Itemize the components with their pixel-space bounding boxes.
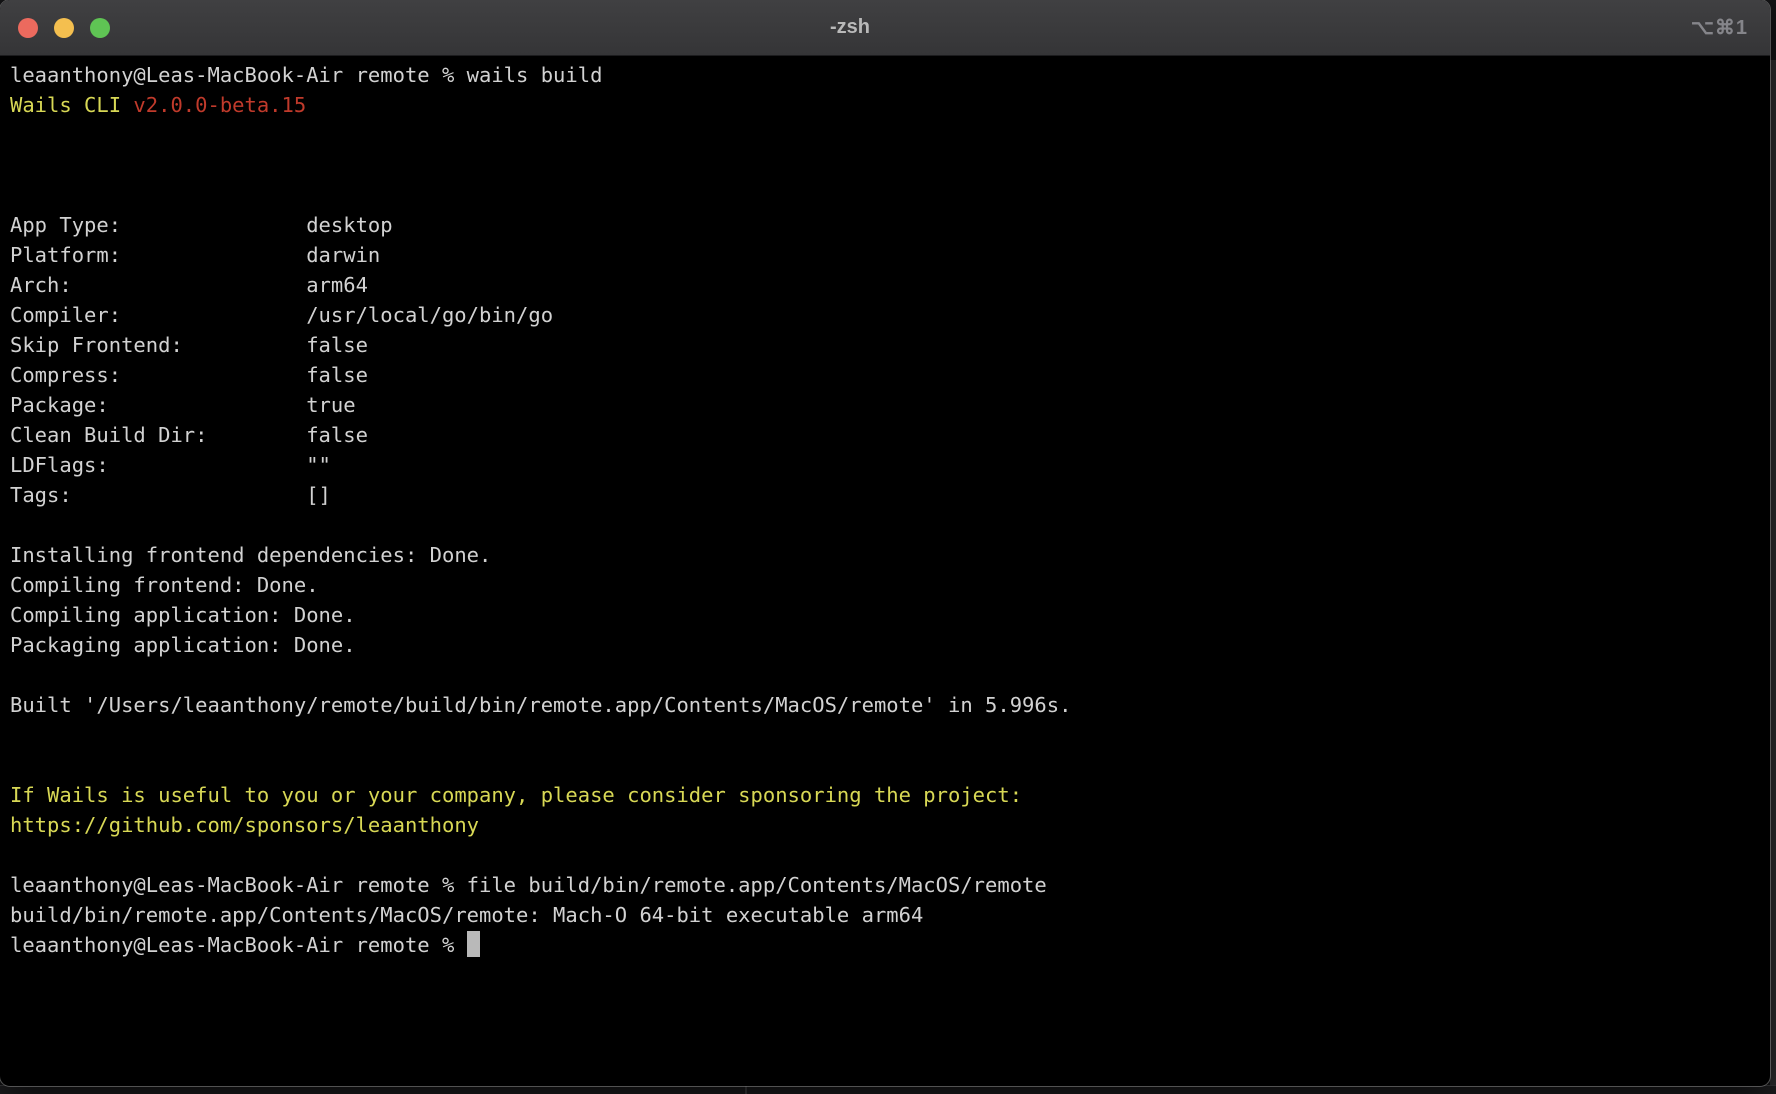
- config-value: false: [306, 363, 368, 387]
- config-row: Package:true: [10, 390, 1760, 420]
- config-label: Platform:: [10, 240, 306, 270]
- prompt-line: leaanthony@Leas-MacBook-Air remote % wai…: [10, 60, 1760, 90]
- config-value: false: [306, 333, 368, 357]
- blank-line: [10, 120, 1760, 150]
- shell-prompt: leaanthony@Leas-MacBook-Air remote %: [10, 933, 467, 957]
- window-title: -zsh: [830, 16, 870, 39]
- config-row: Clean Build Dir:false: [10, 420, 1760, 450]
- progress-line: Compiling application: Done.: [10, 600, 1760, 630]
- titlebar[interactable]: -zsh ⌥⌘1: [0, 0, 1770, 56]
- config-row: LDFlags:"": [10, 450, 1760, 480]
- background-window-divider: [745, 1085, 747, 1094]
- command-text: wails build: [467, 63, 603, 87]
- shell-prompt: leaanthony@Leas-MacBook-Air remote %: [10, 63, 467, 87]
- config-value: darwin: [306, 243, 380, 267]
- config-row: Compress:false: [10, 360, 1760, 390]
- config-value: true: [306, 393, 355, 417]
- file-output: build/bin/remote.app/Contents/MacOS/remo…: [10, 900, 1760, 930]
- config-row: Platform:darwin: [10, 240, 1760, 270]
- zoom-button[interactable]: [90, 18, 110, 38]
- blank-line: [10, 180, 1760, 210]
- traffic-lights: [18, 18, 110, 38]
- background-window-bottom: [0, 1085, 1776, 1094]
- blank-line: [10, 840, 1760, 870]
- window-shortcut-badge: ⌥⌘1: [1691, 15, 1748, 40]
- config-row: App Type:desktop: [10, 210, 1760, 240]
- background-window-edge: [1770, 60, 1776, 1094]
- blank-line: [10, 660, 1760, 690]
- blank-line: [10, 720, 1760, 750]
- config-value: arm64: [306, 273, 368, 297]
- blank-line: [10, 510, 1760, 540]
- config-label: Arch:: [10, 270, 306, 300]
- config-value: desktop: [306, 213, 392, 237]
- config-label: App Type:: [10, 210, 306, 240]
- config-row: Compiler:/usr/local/go/bin/go: [10, 300, 1760, 330]
- minimize-button[interactable]: [54, 18, 74, 38]
- terminal-cursor: [467, 931, 480, 957]
- progress-line: Compiling frontend: Done.: [10, 570, 1760, 600]
- terminal-screen[interactable]: leaanthony@Leas-MacBook-Air remote % wai…: [0, 56, 1770, 960]
- config-label: Skip Frontend:: [10, 330, 306, 360]
- config-label: Package:: [10, 390, 306, 420]
- config-value: []: [306, 483, 331, 507]
- wails-banner: Wails CLI v2.0.0-beta.15: [10, 90, 1760, 120]
- config-row: Arch:arm64: [10, 270, 1760, 300]
- shell-prompt: leaanthony@Leas-MacBook-Air remote %: [10, 873, 467, 897]
- progress-line: Installing frontend dependencies: Done.: [10, 540, 1760, 570]
- config-label: Clean Build Dir:: [10, 420, 306, 450]
- config-value: /usr/local/go/bin/go: [306, 303, 553, 327]
- prompt-line: leaanthony@Leas-MacBook-Air remote % fil…: [10, 870, 1760, 900]
- terminal-window: -zsh ⌥⌘1 leaanthony@Leas-MacBook-Air rem…: [0, 0, 1770, 1086]
- config-label: LDFlags:: [10, 450, 306, 480]
- config-row: Tags:[]: [10, 480, 1760, 510]
- close-button[interactable]: [18, 18, 38, 38]
- progress-line: Packaging application: Done.: [10, 630, 1760, 660]
- config-value: "": [306, 453, 331, 477]
- prompt-line-active[interactable]: leaanthony@Leas-MacBook-Air remote %: [10, 930, 1760, 960]
- blank-line: [10, 150, 1760, 180]
- built-message: Built '/Users/leaanthony/remote/build/bi…: [10, 690, 1760, 720]
- config-value: false: [306, 423, 368, 447]
- config-label: Compress:: [10, 360, 306, 390]
- command-text: file build/bin/remote.app/Contents/MacOS…: [467, 873, 1047, 897]
- sponsor-url[interactable]: https://github.com/sponsors/leaanthony: [10, 810, 1760, 840]
- config-label: Compiler:: [10, 300, 306, 330]
- wails-cli-label: Wails CLI: [10, 93, 133, 117]
- config-label: Tags:: [10, 480, 306, 510]
- wails-version: v2.0.0-beta.15: [133, 93, 306, 117]
- blank-line: [10, 750, 1760, 780]
- config-row: Skip Frontend:false: [10, 330, 1760, 360]
- sponsor-message: If Wails is useful to you or your compan…: [10, 780, 1760, 810]
